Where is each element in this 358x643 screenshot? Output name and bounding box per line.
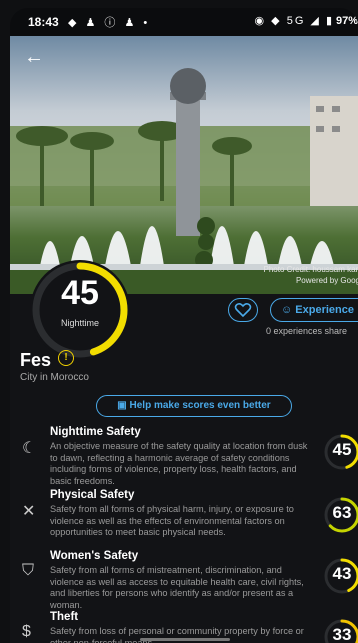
system-icons: ◉ ◆ 5G ◢ ▮ — [254, 15, 334, 27]
score-label: Nighttime — [60, 318, 99, 328]
moon-icon: ☾ — [22, 440, 37, 457]
experiences-count: 0 experiences share — [266, 326, 348, 336]
shield-icon: ⛉ — [22, 562, 35, 579]
category-description: Safety from all forms of mistreatment, d… — [50, 565, 304, 610]
feedback-icon: ▣ — [117, 400, 130, 411]
city-subtitle: City in Morocco — [20, 372, 89, 383]
experience-button[interactable]: ☺ Experience — [270, 298, 358, 322]
bandage-icon: ✕ — [22, 503, 36, 520]
category-title: Physical Safety — [50, 489, 135, 501]
category-score: 45 — [332, 440, 352, 459]
category-title: Theft — [50, 611, 79, 623]
alert-icon[interactable]: ! — [58, 350, 74, 366]
people-icon: ☺ — [281, 304, 296, 316]
favorite-button[interactable] — [228, 298, 258, 322]
status-bar: 18:43 ◆ ♟ ⓘ ♟ • ◉ ◆ 5G ◢ ▮ 97% — [10, 8, 358, 36]
category-title: Nighttime Safety — [50, 426, 141, 438]
category-score: 33 — [332, 625, 352, 643]
category-description: An objective measure of the safety quali… — [50, 441, 308, 486]
money-bag-icon: $ — [22, 623, 31, 640]
category-score: 63 — [332, 503, 352, 522]
help-scores-button[interactable]: ▣ Help make scores even better — [96, 395, 292, 417]
experience-label: Experience — [295, 304, 354, 316]
city-name: Fes — [20, 350, 52, 370]
category-title: Women's Safety — [50, 550, 139, 562]
category-score: 43 — [332, 564, 352, 583]
home-indicator[interactable] — [140, 638, 230, 641]
notification-icons: ◆ ♟ ⓘ ♟ • — [68, 17, 151, 29]
app-screen: 18:43 ◆ ♟ ⓘ ♟ • ◉ ◆ 5G ◢ ▮ 97% ← Photo C… — [10, 8, 358, 643]
status-time: 18:43 — [28, 15, 59, 29]
back-arrow-icon[interactable]: ← — [24, 46, 44, 69]
score-value: 45 — [61, 274, 99, 312]
category-description: Safety from all forms of physical harm, … — [50, 504, 294, 538]
photo-credit: Photo Credit: houssam kan Powered by Goo… — [263, 265, 358, 285]
heart-icon — [234, 302, 252, 318]
help-scores-label: Help make scores even better — [129, 400, 271, 411]
battery-level: 97% — [335, 15, 358, 27]
